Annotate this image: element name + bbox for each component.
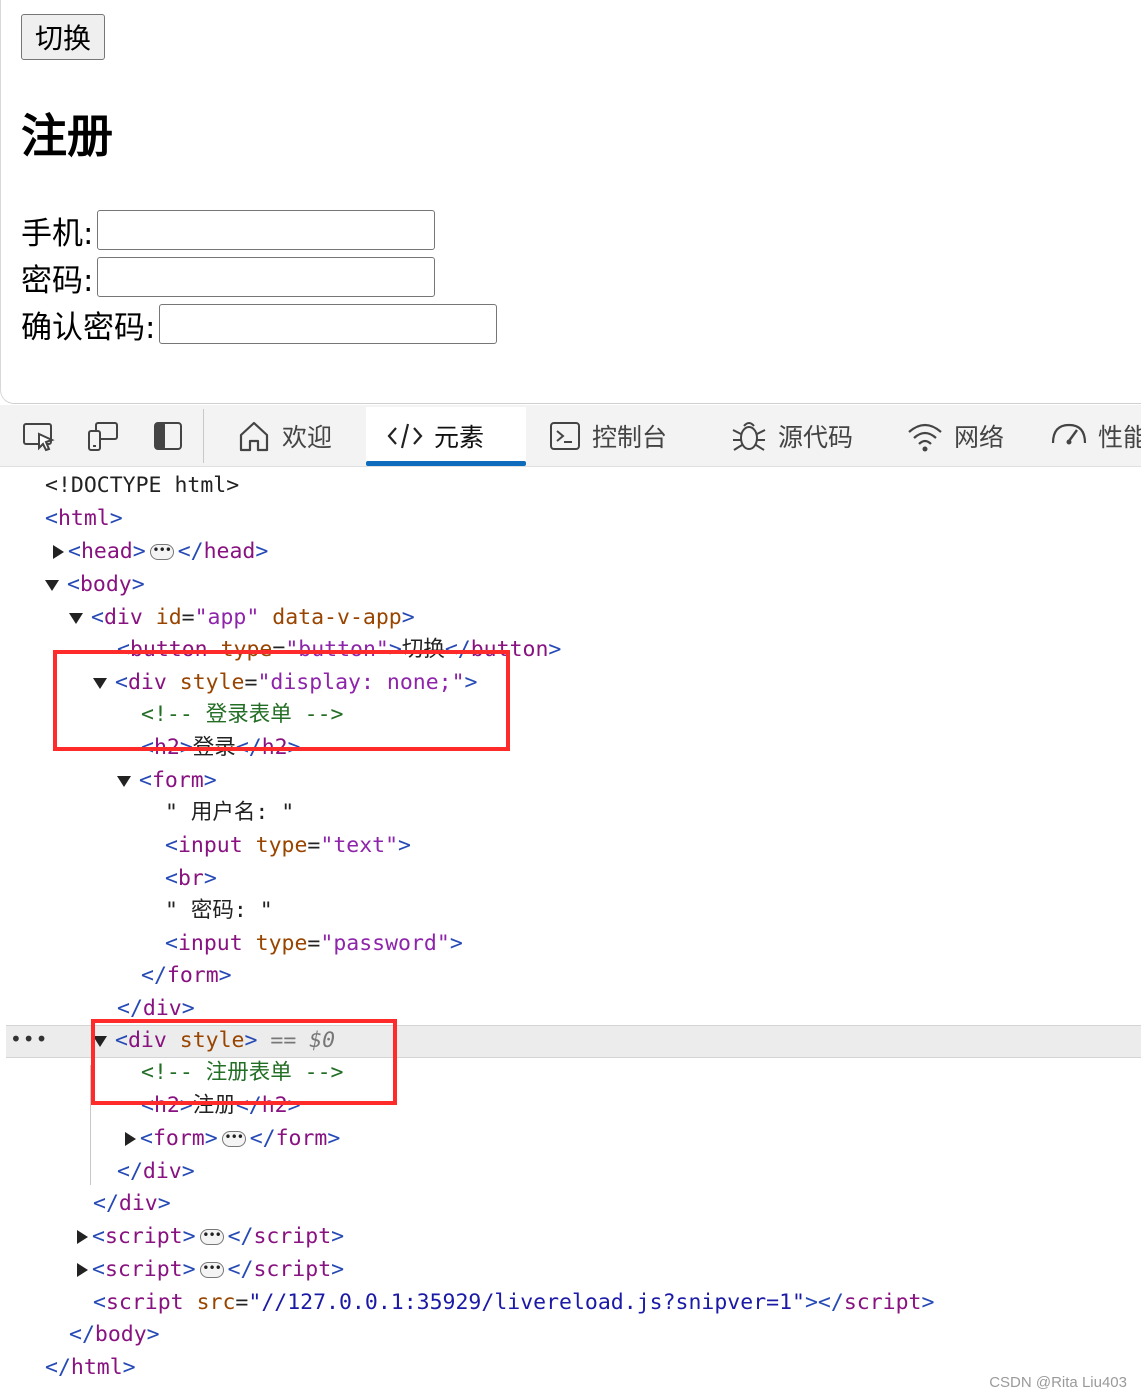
expand-arrow-icon[interactable] bbox=[125, 1132, 136, 1146]
tab-network[interactable]: 网络 bbox=[906, 407, 1004, 465]
script-livereload-node[interactable]: <script src="//127.0.0.1:35929/livereloa… bbox=[93, 1287, 934, 1319]
tab-sources-label: 源代码 bbox=[778, 423, 854, 452]
devtools-toolbar: 欢迎 元素 控制台 源代码 网络 性能 bbox=[0, 405, 1141, 467]
doctype-line: <!DOCTYPE html> bbox=[45, 473, 240, 498]
tab-elements-label: 元素 bbox=[434, 423, 485, 452]
form-close-node[interactable]: </form> bbox=[141, 960, 232, 992]
body-close-node[interactable]: </body> bbox=[69, 1319, 160, 1351]
active-tab-indicator bbox=[366, 461, 526, 466]
confirm-password-row: 确认密码: bbox=[21, 302, 498, 346]
phone-label: 手机: bbox=[21, 215, 94, 252]
password-row: 密码: bbox=[21, 255, 436, 299]
register-heading: 注册 bbox=[21, 109, 113, 163]
input-password-node[interactable]: <input type="password"> bbox=[165, 928, 463, 960]
phone-row: 手机: bbox=[21, 208, 436, 252]
tab-console[interactable]: 控制台 bbox=[548, 407, 667, 465]
phone-input[interactable] bbox=[97, 210, 436, 250]
collapse-arrow-icon[interactable] bbox=[117, 775, 131, 787]
ellipsis-icon[interactable]: ••• bbox=[199, 1262, 224, 1278]
password-label: 密码: bbox=[21, 262, 94, 299]
home-icon bbox=[236, 418, 272, 454]
expand-arrow-icon[interactable] bbox=[53, 545, 64, 559]
script-node[interactable]: <script> ••• </script> bbox=[77, 1221, 344, 1253]
div-app-node[interactable]: <div id="app" data-v-app> bbox=[69, 602, 415, 634]
script-node[interactable]: <script> ••• </script> bbox=[77, 1254, 344, 1286]
node-actions-ellipsis[interactable]: ••• bbox=[10, 1027, 48, 1051]
toolbar-separator bbox=[203, 409, 204, 463]
gauge-icon bbox=[1050, 419, 1088, 453]
form-login-node[interactable]: <form> bbox=[117, 765, 217, 797]
confirm-password-input[interactable] bbox=[159, 304, 498, 344]
tab-sources[interactable]: 源代码 bbox=[730, 407, 853, 465]
head-node[interactable]: <head> ••• </head> bbox=[53, 536, 268, 568]
toggle-button[interactable]: 切换 bbox=[21, 14, 105, 60]
ellipsis-icon[interactable]: ••• bbox=[199, 1229, 224, 1245]
input-text-node[interactable]: <input type="text"> bbox=[165, 830, 411, 862]
highlight-box-login bbox=[53, 650, 510, 751]
code-brackets-icon bbox=[386, 418, 424, 454]
expand-arrow-icon[interactable] bbox=[77, 1263, 88, 1277]
div-close-node[interactable]: </div> bbox=[117, 1156, 195, 1188]
tab-performance[interactable]: 性能 bbox=[1050, 407, 1141, 465]
username-text-node[interactable]: " 用户名: " bbox=[165, 797, 294, 829]
body-node[interactable]: <body> bbox=[45, 569, 145, 601]
tab-network-label: 网络 bbox=[954, 423, 1005, 452]
wifi-icon bbox=[906, 419, 944, 453]
form-register-node[interactable]: <form> ••• </form> bbox=[125, 1123, 340, 1155]
highlight-box-register bbox=[91, 1019, 397, 1105]
password-text-node[interactable]: " 密码: " bbox=[165, 895, 273, 927]
collapse-arrow-icon[interactable] bbox=[69, 612, 83, 624]
tab-performance-label: 性能 bbox=[1098, 423, 1141, 452]
password-input[interactable] bbox=[97, 257, 436, 297]
ellipsis-icon[interactable]: ••• bbox=[149, 544, 174, 560]
confirm-password-label: 确认密码: bbox=[21, 309, 156, 346]
html-close-node[interactable]: </html> bbox=[45, 1352, 136, 1384]
collapse-arrow-icon[interactable] bbox=[45, 579, 59, 591]
watermark: CSDN @Rita Liu403 bbox=[989, 1374, 1127, 1391]
expand-arrow-icon[interactable] bbox=[77, 1230, 88, 1244]
dock-side-icon[interactable] bbox=[151, 419, 185, 453]
ellipsis-icon[interactable]: ••• bbox=[221, 1131, 246, 1147]
br-node[interactable]: <br> bbox=[165, 863, 217, 895]
bug-icon bbox=[730, 418, 768, 454]
rendered-page: 切换 注册 手机: 密码: 确认密码: bbox=[0, 0, 1141, 404]
console-icon bbox=[548, 419, 582, 453]
device-emulation-icon[interactable] bbox=[86, 419, 120, 453]
html-open-node[interactable]: <html> bbox=[45, 503, 123, 535]
tab-welcome[interactable]: 欢迎 bbox=[236, 407, 332, 465]
elements-tree: ••• <!DOCTYPE html> <html> <head> ••• </he… bbox=[0, 467, 1141, 1397]
tab-welcome-label: 欢迎 bbox=[282, 423, 333, 452]
tab-elements[interactable]: 元素 bbox=[366, 407, 526, 465]
tab-console-label: 控制台 bbox=[592, 423, 668, 452]
div-app-close-node[interactable]: </div> bbox=[93, 1188, 171, 1220]
inspect-element-icon[interactable] bbox=[22, 419, 56, 453]
